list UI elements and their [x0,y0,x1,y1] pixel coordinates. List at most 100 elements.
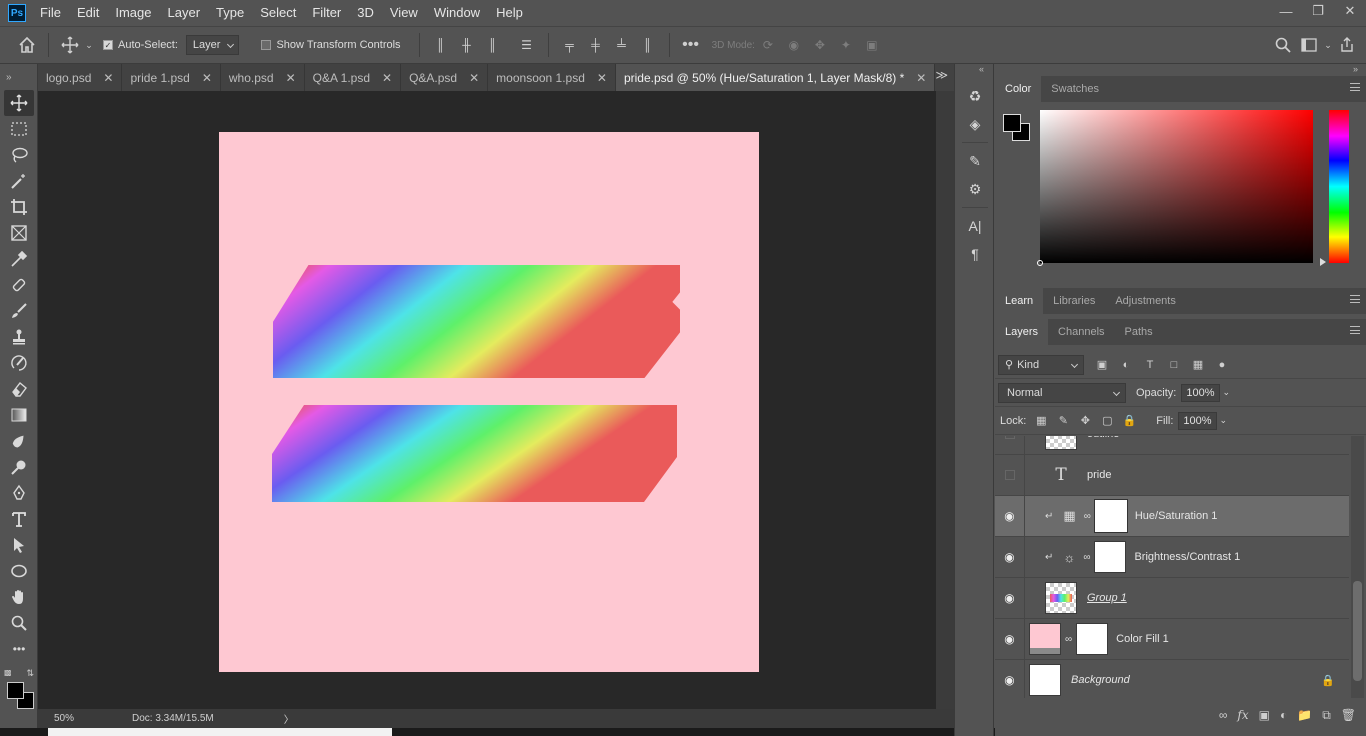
close-icon[interactable]: ✕ [469,71,479,85]
move-tool-icon[interactable] [4,90,34,116]
zoom-tool-icon[interactable] [4,610,34,636]
home-icon[interactable] [14,32,40,58]
tab-document[interactable]: moonsoon 1.psd ✕ [488,64,616,91]
move-tool-icon[interactable] [57,32,83,58]
auto-select-checkbox[interactable]: ✓ Auto-Select: [103,39,178,51]
marquee-tool-icon[interactable] [4,116,34,142]
filter-adjustment-icon[interactable]: ◐ [1114,355,1138,375]
align-bottom-icon[interactable]: ╧ [609,32,635,58]
layer-mask-thumbnail[interactable] [1094,541,1127,573]
layer-row[interactable]: ◉ Group 1 [995,577,1349,619]
menu-3d[interactable]: 3D [349,0,382,26]
distribute-vertical-icon[interactable]: ║ [635,32,661,58]
panel-menu-icon[interactable] [1350,83,1360,91]
layer-name[interactable]: Hue/Saturation 1 [1135,510,1218,522]
link-layers-icon[interactable]: ∞ [1219,708,1228,722]
close-icon[interactable]: ✕ [382,71,392,85]
filter-shape-icon[interactable]: □ [1162,355,1186,375]
eye-icon[interactable]: ◉ [1004,673,1014,687]
panel-menu-icon[interactable] [1350,326,1360,334]
character-panel-icon[interactable]: A| [955,212,995,240]
link-icon[interactable]: ∞ [1083,552,1090,563]
more-options-icon[interactable]: ••• [678,32,704,58]
history-panel-icon[interactable]: ♻ [955,82,995,110]
layer-name[interactable]: Brightness/Contrast 1 [1134,551,1240,563]
align-horizontal-center-icon[interactable]: ╫ [454,32,480,58]
restore-button[interactable]: ❐ [1302,0,1334,22]
close-icon[interactable]: ✕ [103,71,113,85]
layers-list[interactable]: outline T pride ◉ ↵ ▦ ∞ Hue/Saturation 1… [995,436,1349,698]
fill-input[interactable]: 100% [1178,411,1217,430]
layer-row[interactable]: T pride [995,454,1349,496]
path-selection-tool-icon[interactable] [4,532,34,558]
default-colors-icon[interactable]: ▩ [4,668,12,677]
tab-document[interactable]: Q&A 1.psd ✕ [304,64,402,91]
history-brush-tool-icon[interactable] [4,350,34,376]
layer-name[interactable]: Group 1 [1087,592,1127,604]
brush-tool-icon[interactable] [4,298,34,324]
filter-smart-object-icon[interactable]: ▦ [1186,355,1210,375]
properties-panel-icon[interactable]: ⚙ [955,175,995,203]
tab-learn[interactable]: Learn [995,288,1044,314]
panel-menu-icon[interactable] [1350,295,1360,303]
layer-name[interactable]: pride [1087,469,1111,481]
chevron-down-icon[interactable]: ⌄ [1322,32,1334,58]
layer-filter-kind-select[interactable]: ⚲ Kind [998,354,1084,375]
eyedropper-tool-icon[interactable] [4,246,34,272]
zoom-level[interactable]: 50% [54,713,116,724]
add-mask-icon[interactable]: ▣ [1259,708,1270,722]
layer-name[interactable]: Color Fill 1 [1116,633,1169,645]
hue-slider-handle[interactable] [1320,258,1326,266]
tab-channels[interactable]: Channels [1048,319,1114,345]
fg-bg-swatch[interactable] [1003,114,1033,144]
minimize-button[interactable]: — [1270,0,1302,22]
close-icon[interactable]: ✕ [286,71,296,85]
lock-position-icon[interactable]: ✥ [1074,411,1096,431]
saturation-brightness-field[interactable] [1037,110,1313,266]
tab-adjustments[interactable]: Adjustments [1105,288,1186,314]
menu-select[interactable]: Select [252,0,304,26]
menu-layer[interactable]: Layer [160,0,209,26]
new-layer-icon[interactable]: ⧉ [1322,708,1331,723]
layer-row[interactable]: outline [995,436,1349,455]
link-icon[interactable]: ∞ [1084,511,1091,522]
menu-view[interactable]: View [382,0,426,26]
dodge-tool-icon[interactable] [4,454,34,480]
more-tools-icon[interactable]: ••• [4,636,34,662]
visibility-toggle[interactable] [995,454,1025,496]
color-picker-cursor[interactable] [1037,260,1043,266]
menu-file[interactable]: File [32,0,69,26]
gradient-tool-icon[interactable] [4,402,34,428]
frame-tool-icon[interactable] [4,220,34,246]
tab-libraries[interactable]: Libraries [1043,288,1105,314]
app-logo[interactable]: Ps [8,4,26,22]
distribute-icon[interactable]: ☰ [514,32,540,58]
lock-transparent-pixels-icon[interactable]: ▦ [1030,411,1052,431]
tab-document[interactable]: pride 1.psd ✕ [122,64,221,91]
layer-name[interactable]: Background [1071,674,1130,686]
auto-select-target-select[interactable]: Layer [185,35,240,55]
collapse-panels-icon[interactable]: » [995,64,1366,76]
search-icon[interactable] [1270,32,1296,58]
eraser-tool-icon[interactable] [4,376,34,402]
brush-settings-panel-icon[interactable]: ✎ [955,147,995,175]
tab-document[interactable]: Q&A.psd ✕ [401,64,489,91]
layer-mask-thumbnail[interactable] [1093,499,1128,533]
link-icon[interactable]: ∞ [1065,634,1072,645]
tab-color[interactable]: Color [995,76,1042,102]
menu-edit[interactable]: Edit [69,0,107,26]
layer-row[interactable]: ◉ ∞ Color Fill 1 [995,618,1349,660]
eye-icon[interactable]: ◉ [1004,632,1014,646]
align-left-icon[interactable]: ║ [428,32,454,58]
magic-wand-tool-icon[interactable] [4,168,34,194]
hand-tool-icon[interactable] [4,584,34,610]
layers-scrollbar[interactable] [1351,436,1364,698]
new-adjustment-layer-icon[interactable]: ◐ [1280,708,1287,722]
layer-row-selected[interactable]: ◉ ↵ ▦ ∞ Hue/Saturation 1 [995,495,1349,537]
checkbox-unchecked-icon[interactable] [261,40,272,50]
hidden-eye-icon[interactable] [1004,436,1015,439]
menu-type[interactable]: Type [208,0,252,26]
layer-row[interactable]: ◉ Background 🔒 [995,659,1349,698]
clone-stamp-tool-icon[interactable] [4,324,34,350]
tab-document-active[interactable]: pride.psd @ 50% (Hue/Saturation 1, Layer… [615,64,936,91]
